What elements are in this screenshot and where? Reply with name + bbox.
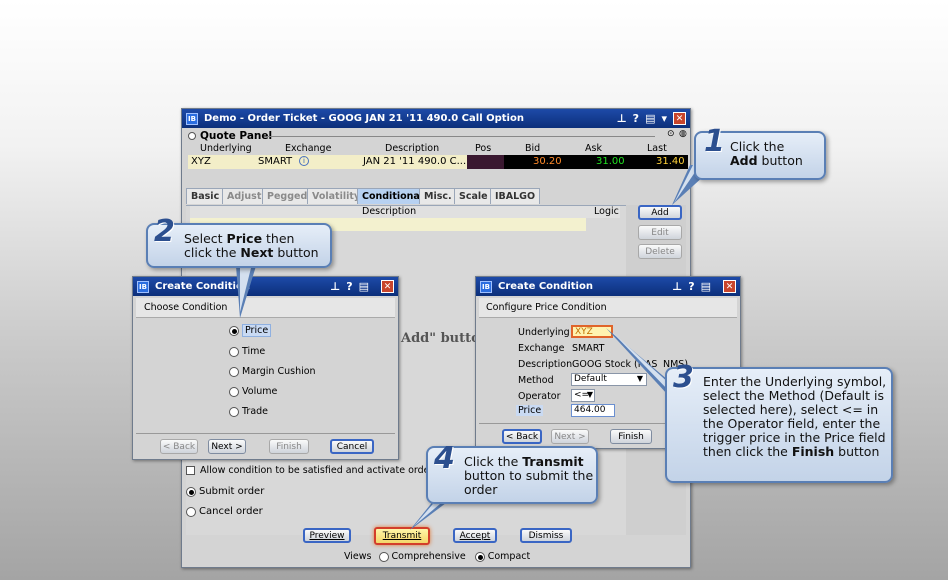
callout-1-line1: Click the	[730, 139, 785, 154]
callout-2-number: 2	[154, 214, 175, 249]
callout-2-mid: then	[262, 231, 295, 246]
callout-1: 1 Click the Add button	[694, 124, 826, 180]
callout-1-number: 1	[704, 124, 725, 159]
callout-4-pointer	[410, 500, 450, 530]
callout-2-bold1: Price	[226, 231, 263, 246]
callout-4-rest: button to submit the order	[464, 468, 594, 497]
callout-3: 3 Enter the Underlying symbol, select th…	[665, 360, 893, 483]
callout-2-pointer-fill	[240, 264, 252, 312]
callout-3-bold: Finish	[791, 444, 835, 459]
callout-4-bold: Transmit	[522, 454, 584, 469]
callout-3-number: 3	[673, 360, 694, 395]
callout-3-post: button	[834, 444, 880, 459]
callout-4: 4 Click the Transmit button to submit the…	[426, 441, 598, 504]
callout-3-pointer	[606, 328, 668, 395]
callout-2-bold2: Next	[240, 245, 274, 260]
callout-4-number: 4	[434, 441, 455, 476]
callout-2-pre2: click the	[184, 245, 241, 260]
callout-2: 2 Select Price then click the Next butto…	[146, 214, 332, 268]
callout-2-pre: Select	[184, 231, 227, 246]
callout-1-line2: button	[757, 153, 803, 168]
callout-1-bold: Add	[730, 153, 758, 168]
callout-4-pre: Click the	[464, 454, 523, 469]
callout-2-post2: button	[273, 245, 319, 260]
